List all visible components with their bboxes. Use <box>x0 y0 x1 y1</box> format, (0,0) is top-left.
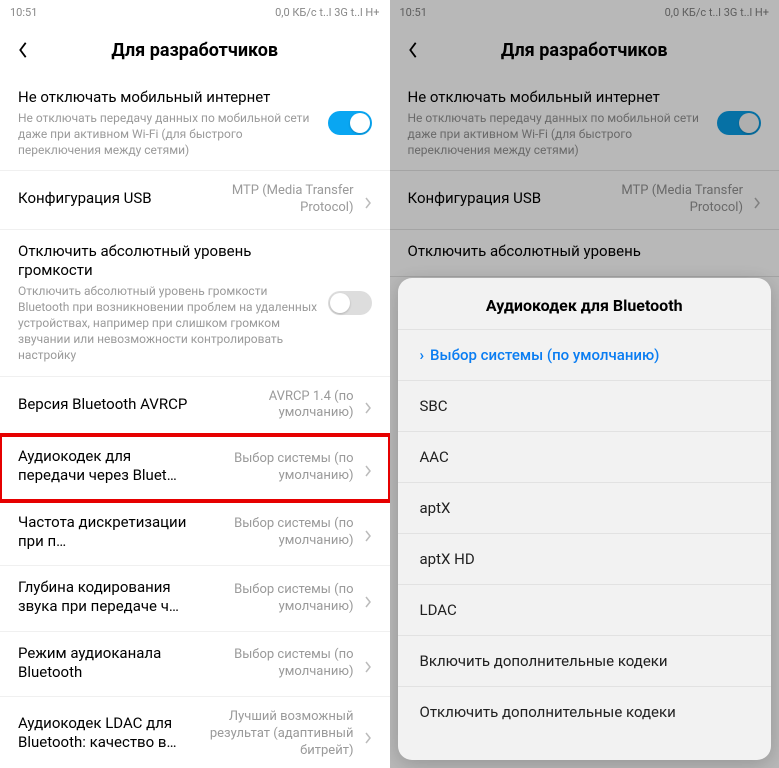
chevron-right-icon <box>364 194 372 206</box>
row-value: Выбор системы (по умолчанию) <box>204 582 354 616</box>
option-default[interactable]: › Выбор системы (по умолчанию) <box>398 329 772 380</box>
option-label: Отключить дополнительные кодеки <box>420 703 676 721</box>
row-abs-volume[interactable]: Отключить абсолютный уровень громкости О… <box>0 230 390 376</box>
back-button[interactable] <box>8 35 38 65</box>
option-ldac[interactable]: LDAC <box>398 584 772 635</box>
option-label: Включить дополнительные кодеки <box>420 652 668 670</box>
chevron-left-icon <box>17 41 29 59</box>
row-desc: Не отключать передачу данных по мобильно… <box>18 110 318 159</box>
chevron-right-icon <box>364 593 372 605</box>
row-title: Частота дискретизации при п… <box>18 513 194 551</box>
chevron-right-icon <box>364 462 372 474</box>
option-sbc[interactable]: SBC <box>398 380 772 431</box>
row-keep-mobile[interactable]: Не отключать мобильный интернет Не отклю… <box>0 76 390 171</box>
option-label: SBC <box>420 397 448 415</box>
option-label: aptX HD <box>420 550 475 568</box>
option-label: Выбор системы (по умолчанию) <box>430 346 659 364</box>
page-title: Для разработчиков <box>111 40 278 61</box>
check-icon: › <box>420 346 425 364</box>
statusbar: 10:51 0,0 КБ/с t..l 3G t..l H+ <box>0 0 390 24</box>
status-time: 10:51 <box>10 6 37 19</box>
row-value: Выбор системы (по умолчанию) <box>204 451 354 485</box>
option-disable-extra[interactable]: Отключить дополнительные кодеки <box>398 686 772 737</box>
chevron-right-icon <box>364 658 372 670</box>
option-aptx[interactable]: aptX <box>398 482 772 533</box>
row-ldac[interactable]: Аудиокодек LDAC для Bluetooth: качество … <box>0 697 390 768</box>
option-label: aptX <box>420 499 451 517</box>
toggle-off-icon[interactable] <box>328 291 372 315</box>
codec-sheet: Аудиокодек для Bluetooth › Выбор системы… <box>398 278 772 760</box>
row-title: Не отключать мобильный интернет <box>18 88 318 107</box>
row-value: AVRCP 1.4 (по умолчанию) <box>204 389 354 423</box>
header: Для разработчиков <box>0 24 390 76</box>
option-aac[interactable]: AAC <box>398 431 772 482</box>
option-label: LDAC <box>420 601 457 619</box>
chevron-right-icon <box>364 527 372 539</box>
chevron-right-icon <box>364 729 372 741</box>
row-value: Выбор системы (по умолчанию) <box>204 516 354 550</box>
row-value: Лучший возможный результат (адаптивный б… <box>204 709 354 760</box>
row-bit-depth[interactable]: Глубина кодирования звука при передаче ч… <box>0 566 390 632</box>
row-title: Отключить абсолютный уровень громкости <box>18 242 318 280</box>
row-title: Глубина кодирования звука при передаче ч… <box>18 578 194 616</box>
settings-list[interactable]: Не отключать мобильный интернет Не отклю… <box>0 76 390 768</box>
row-value: Выбор системы (по умолчанию) <box>204 647 354 681</box>
row-title: Аудиокодек для передачи через Bluet… <box>18 447 194 485</box>
option-enable-extra[interactable]: Включить дополнительные кодеки <box>398 635 772 686</box>
option-label: AAC <box>420 448 449 466</box>
toggle-on-icon[interactable] <box>328 111 372 135</box>
row-title: Режим аудиоканала Bluetooth <box>18 644 194 682</box>
row-title: Аудиокодек LDAC для Bluetooth: качество … <box>18 714 194 752</box>
row-value: MTP (Media Transfer Protocol) <box>204 183 354 217</box>
screen-left: 10:51 0,0 КБ/с t..l 3G t..l H+ Для разра… <box>0 0 390 768</box>
row-channel-mode[interactable]: Режим аудиоканала Bluetooth Выбор систем… <box>0 632 390 698</box>
sheet-title: Аудиокодек для Bluetooth <box>398 278 772 329</box>
row-desc: Отключить абсолютный уровень громкости B… <box>18 283 318 364</box>
row-sample-rate[interactable]: Частота дискретизации при п… Выбор систе… <box>0 501 390 567</box>
row-title: Версия Bluetooth AVRCP <box>18 395 194 414</box>
row-title: Конфигурация USB <box>18 189 194 208</box>
chevron-right-icon <box>364 399 372 411</box>
row-avrcp[interactable]: Версия Bluetooth AVRCP AVRCP 1.4 (по умо… <box>0 377 390 436</box>
option-aptxhd[interactable]: aptX HD <box>398 533 772 584</box>
row-usb-config[interactable]: Конфигурация USB MTP (Media Transfer Pro… <box>0 171 390 230</box>
row-bluetooth-codec[interactable]: Аудиокодек для передачи через Bluet… Выб… <box>0 435 390 501</box>
screen-right: 10:51 0,0 КБ/с t..l 3G t..l H+ Для разра… <box>390 0 779 768</box>
status-indicators: 0,0 КБ/с t..l 3G t..l H+ <box>275 6 379 19</box>
